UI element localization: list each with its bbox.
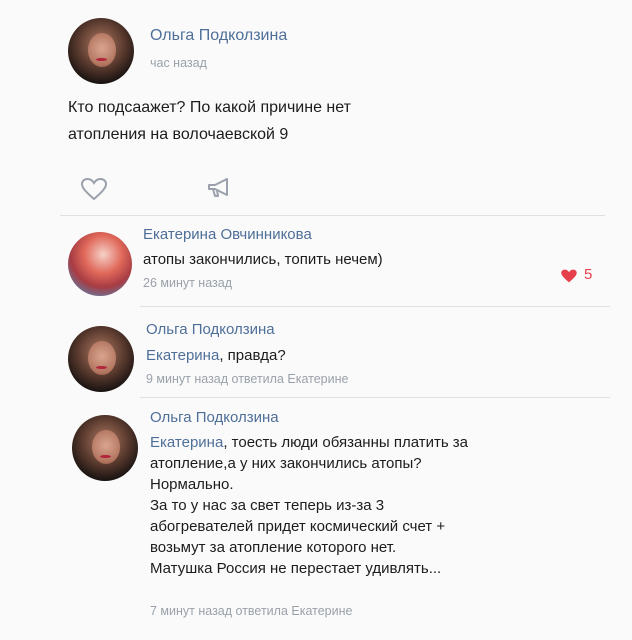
post-text-line-1: Кто подсаажет? По какой причине нет: [68, 99, 351, 116]
mention-link[interactable]: Екатерина: [150, 434, 223, 451]
divider: [140, 397, 610, 398]
comment-avatar-olga[interactable]: [68, 326, 134, 392]
comment-time[interactable]: 26 минут назад: [143, 276, 232, 290]
comment-author-name[interactable]: Екатерина Овчинникова: [143, 226, 312, 243]
divider: [60, 215, 605, 216]
comment-author-name[interactable]: Ольга Подколзина: [150, 409, 279, 426]
heart-filled-icon[interactable]: [560, 268, 578, 284]
post-author-name[interactable]: Ольга Подколзина: [150, 27, 287, 45]
post-author-avatar[interactable]: [68, 18, 134, 84]
like-count[interactable]: 5: [584, 266, 592, 283]
comment-text: Екатерина, правда?: [146, 347, 286, 364]
mention-link[interactable]: Екатерина: [146, 347, 219, 364]
megaphone-icon[interactable]: [205, 175, 235, 201]
comment-text: Екатерина, тоесть люди обязанны платить …: [150, 434, 469, 577]
comment-time[interactable]: 9 минут назад ответила Екатерине: [146, 372, 348, 386]
heart-icon[interactable]: [80, 177, 108, 201]
comment-text: атопы закончились, топить нечем): [143, 251, 383, 268]
comment-time[interactable]: 7 минут назад ответила Екатерине: [150, 604, 352, 618]
post-time[interactable]: час назад: [150, 56, 207, 70]
divider: [140, 306, 610, 307]
comment-avatar-olga[interactable]: [72, 415, 138, 481]
comment-author-name[interactable]: Ольга Подколзина: [146, 321, 275, 338]
post-card: Ольга Подколзина час назад Кто подсаажет…: [0, 0, 632, 640]
comment-avatar-ekaterina[interactable]: [68, 232, 132, 296]
post-text-line-2: атопления на волочаевской 9: [68, 126, 289, 143]
